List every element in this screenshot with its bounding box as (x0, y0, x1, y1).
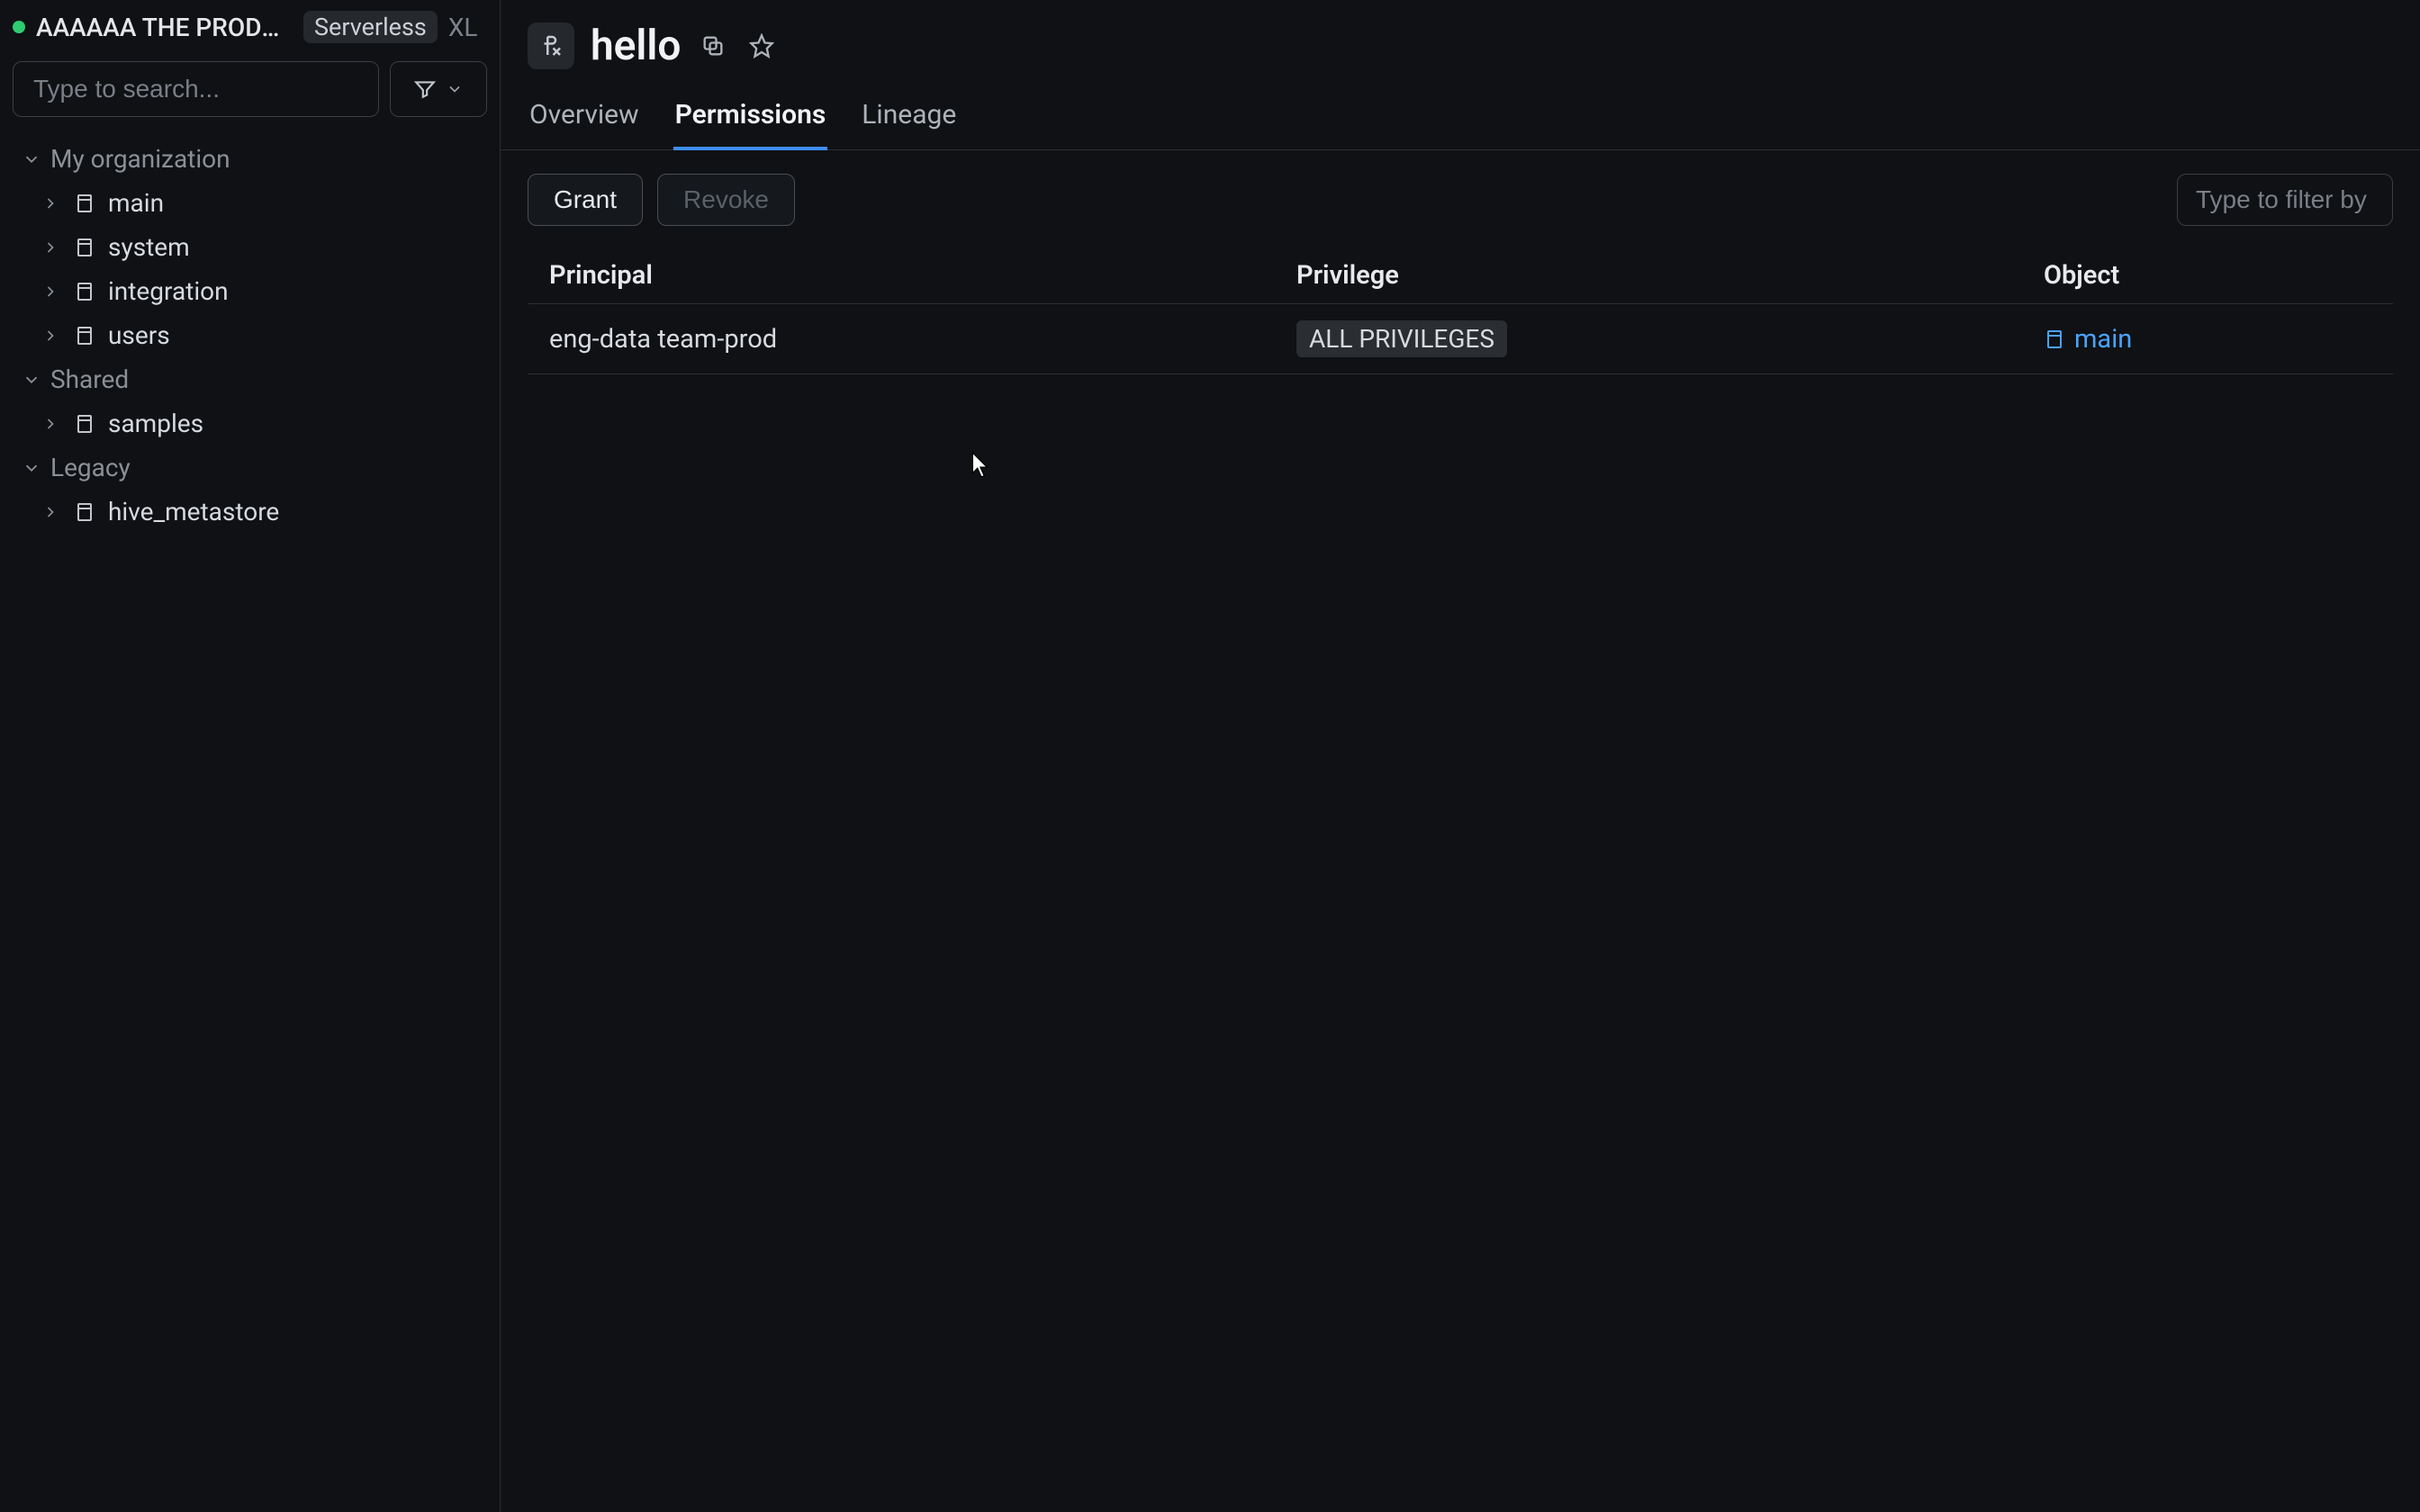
tree-group-label-text: Legacy (50, 453, 131, 482)
revoke-button[interactable]: Revoke (657, 174, 795, 226)
tree-item-label: main (108, 188, 164, 218)
col-object[interactable]: Object (2022, 248, 2393, 304)
tree-group-label-text: My organization (50, 144, 230, 174)
tree-item-samples[interactable]: samples (4, 401, 496, 446)
tab-permissions[interactable]: Permissions (673, 94, 828, 150)
sidebar: AAAAAA THE PRODU… Serverless XL (0, 0, 501, 1512)
tree-item-label: system (108, 232, 190, 262)
table-row[interactable]: eng-data team-prod ALL PRIVILEGES main (528, 304, 2393, 374)
tree-item-integration[interactable]: integration (4, 269, 496, 313)
chevron-right-icon (40, 415, 61, 433)
tree-group-label-text: Shared (50, 364, 129, 394)
tree-item-label: samples (108, 409, 203, 438)
tree-item-hive-metastore[interactable]: hive_metastore (4, 490, 496, 534)
chevron-down-icon (22, 149, 41, 169)
function-icon (528, 22, 574, 69)
status-indicator-icon (13, 21, 25, 33)
main-panel: hello Overview Permissions Lineage Grant… (501, 0, 2420, 1512)
catalog-icon (72, 325, 97, 346)
grant-button[interactable]: Grant (528, 174, 643, 226)
tree-group-shared[interactable]: Shared (4, 357, 496, 401)
chevron-right-icon (40, 283, 61, 301)
col-principal[interactable]: Principal (528, 248, 1275, 304)
tree-item-users[interactable]: users (4, 313, 496, 357)
col-privilege[interactable]: Privilege (1275, 248, 2022, 304)
permissions-table: Principal Privilege Object eng-data team… (528, 248, 2393, 374)
chevron-right-icon (40, 327, 61, 345)
sidebar-topbar: AAAAAA THE PRODU… Serverless XL (0, 0, 500, 52)
cell-principal: eng-data team-prod (528, 304, 1275, 374)
favorite-button[interactable] (745, 30, 778, 62)
page-header: hello (501, 0, 2420, 77)
tree-item-system[interactable]: system (4, 225, 496, 269)
object-link[interactable]: main (2074, 324, 2132, 355)
tree-item-label: integration (108, 276, 229, 306)
privilege-tag: ALL PRIVILEGES (1296, 320, 1507, 357)
chevron-down-icon (22, 370, 41, 390)
catalog-icon (72, 413, 97, 435)
copy-button[interactable] (697, 30, 729, 62)
catalog-icon (72, 281, 97, 302)
chevron-right-icon (40, 194, 61, 212)
permissions-filter-input[interactable] (2177, 174, 2393, 226)
tree-item-label: hive_metastore (108, 497, 279, 526)
size-label: XL (448, 13, 478, 42)
permissions-toolbar: Grant Revoke (501, 150, 2420, 248)
project-name[interactable]: AAAAAA THE PRODU… (36, 13, 293, 42)
chevron-down-icon (22, 458, 41, 478)
tab-overview[interactable]: Overview (528, 94, 641, 150)
search-input[interactable] (13, 61, 379, 117)
cell-object: main (2022, 304, 2393, 374)
tabs: Overview Permissions Lineage (501, 77, 2420, 150)
funnel-icon (413, 77, 437, 101)
tree-item-main[interactable]: main (4, 181, 496, 225)
chevron-down-icon (446, 80, 464, 98)
tree-item-label: users (108, 320, 170, 350)
serverless-chip: Serverless (303, 11, 438, 43)
filter-button[interactable] (390, 61, 487, 117)
chevron-right-icon (40, 503, 61, 521)
catalog-icon (2044, 328, 2065, 350)
catalog-icon (72, 237, 97, 258)
tab-lineage[interactable]: Lineage (860, 94, 958, 150)
table-header-row: Principal Privilege Object (528, 248, 2393, 304)
cell-privilege: ALL PRIVILEGES (1275, 304, 2022, 374)
catalog-icon (72, 193, 97, 214)
sidebar-search-row (0, 52, 500, 131)
chevron-right-icon (40, 238, 61, 256)
catalog-icon (72, 501, 97, 523)
page-title: hello (591, 22, 681, 70)
tree-group-legacy[interactable]: Legacy (4, 446, 496, 490)
tree-group-my-organization[interactable]: My organization (4, 137, 496, 181)
catalog-tree: My organization main system (0, 131, 500, 539)
